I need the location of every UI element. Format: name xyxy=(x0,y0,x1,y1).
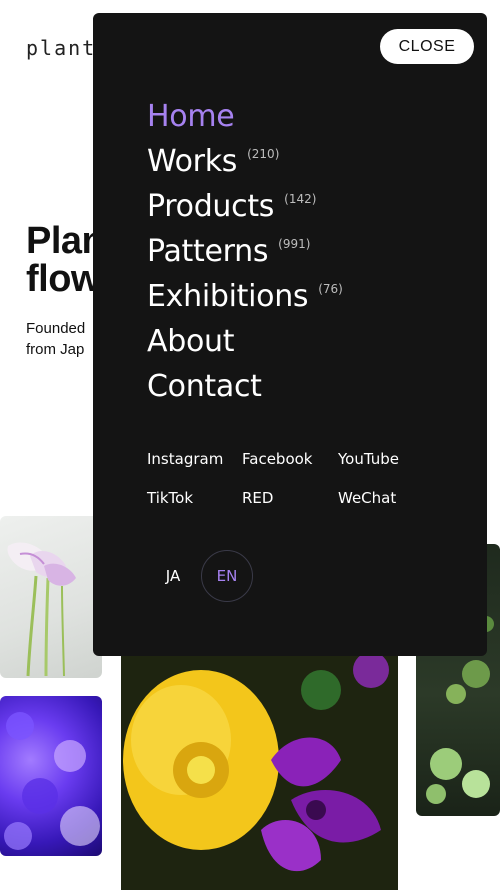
nav-item-about[interactable]: About xyxy=(147,323,343,368)
flower-photo-art xyxy=(7,542,76,677)
nav-item-label[interactable]: Contact xyxy=(147,368,262,406)
nav-item-contact[interactable]: Contact xyxy=(147,368,343,413)
hero-subtitle-line: from Jap xyxy=(26,341,85,358)
social-links: Instagram Facebook YouTube TikTok RED We… xyxy=(147,449,428,508)
flower-photo-art xyxy=(121,650,398,890)
social-link-red[interactable]: RED xyxy=(242,488,338,508)
hero-subtitle: Founded from Jap xyxy=(26,318,85,360)
close-menu-button[interactable]: CLOSE xyxy=(380,29,474,64)
language-switcher: JA EN xyxy=(147,550,253,602)
flower-photo-yellow-poppy[interactable] xyxy=(121,650,398,890)
social-link-instagram[interactable]: Instagram xyxy=(147,449,242,469)
nav-item-label[interactable]: Works xyxy=(147,143,237,181)
flower-photo-art xyxy=(4,712,100,850)
language-option-en[interactable]: EN xyxy=(201,550,253,602)
nav-item-count: (991) xyxy=(278,237,311,251)
social-link-wechat[interactable]: WeChat xyxy=(338,488,428,508)
nav-item-label[interactable]: Home xyxy=(147,98,235,136)
social-link-tiktok[interactable]: TikTok xyxy=(147,488,242,508)
flower-photo-white-lilies[interactable] xyxy=(0,516,102,678)
nav-item-count: (210) xyxy=(247,147,280,161)
nav-item-count: (142) xyxy=(284,192,317,206)
nav-item-works[interactable]: Works (210) xyxy=(147,143,343,188)
nav-item-home[interactable]: Home xyxy=(147,98,343,143)
nav-item-count: (76) xyxy=(318,282,343,296)
hero-subtitle-line: Founded xyxy=(26,320,86,337)
nav-item-label[interactable]: Products xyxy=(147,188,274,226)
social-link-youtube[interactable]: YouTube xyxy=(338,449,428,469)
nav-item-label[interactable]: About xyxy=(147,323,235,361)
nav-item-label[interactable]: Patterns xyxy=(147,233,268,271)
site-logo[interactable]: plant xyxy=(26,36,96,60)
nav-item-exhibitions[interactable]: Exhibitions (76) xyxy=(147,278,343,323)
language-option-ja[interactable]: JA xyxy=(147,550,199,602)
main-nav: Home Works (210) Products (142) Patterns… xyxy=(147,98,343,413)
nav-item-label[interactable]: Exhibitions xyxy=(147,278,309,316)
nav-overlay-menu: CLOSE Home Works (210) Products (142) Pa… xyxy=(93,13,487,656)
social-link-facebook[interactable]: Facebook xyxy=(242,449,338,469)
flower-photo-purple-bloom[interactable] xyxy=(0,696,102,856)
nav-item-products[interactable]: Products (142) xyxy=(147,188,343,233)
nav-item-patterns[interactable]: Patterns (991) xyxy=(147,233,343,278)
